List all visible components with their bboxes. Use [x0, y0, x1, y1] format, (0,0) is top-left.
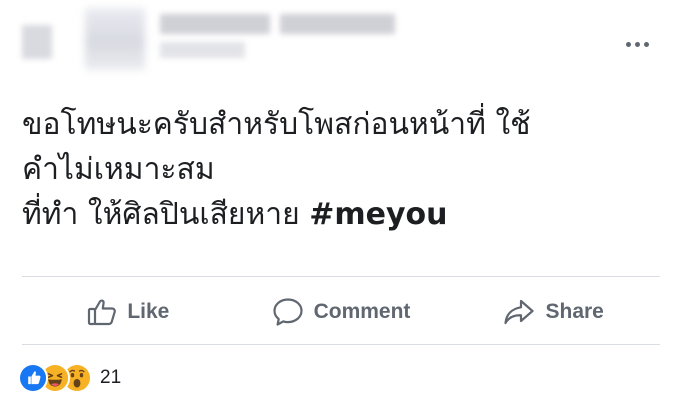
more-options-icon-dot [643, 41, 649, 47]
post-body-line-with-hashtag: ที่ทำ ให้ศิลปินเสียหาย #meyou [22, 192, 662, 237]
blurred-post-meta [160, 42, 245, 58]
facebook-post: ขอโทษนะครับสำหรับโพสก่อนหน้าที่ ใช้ คำไม… [0, 0, 679, 410]
comment-button[interactable]: Comment [235, 284, 448, 340]
post-body: ขอโทษนะครับสำหรับโพสก่อนหน้าที่ ใช้ คำไม… [22, 102, 662, 237]
comment-label: Comment [313, 300, 411, 323]
share-arrow-icon [503, 298, 535, 326]
post-body-line: คำไม่เหมาะสม [22, 152, 215, 187]
post-action-bar: Like Comment Share [22, 284, 660, 340]
more-options-icon-dot [634, 41, 640, 47]
reaction-count: 21 [100, 367, 122, 388]
comment-icon [272, 297, 304, 327]
post-header-redacted [0, 0, 679, 80]
like-label: Like [127, 300, 170, 323]
thumbs-up-icon [87, 298, 117, 326]
blurred-author-name[interactable] [160, 14, 270, 34]
hashtag-link[interactable]: #meyou [309, 197, 447, 232]
divider [22, 276, 660, 277]
blurred-profile-picture[interactable] [85, 8, 145, 70]
like-button[interactable]: Like [22, 284, 235, 340]
post-body-line: ที่ทำ ให้ศิลปินเสียหาย [22, 197, 310, 232]
reactions-summary[interactable]: 21 [18, 363, 122, 393]
blurred-avatar [22, 25, 52, 59]
more-options-icon [625, 41, 631, 47]
like-reaction-icon [18, 363, 48, 393]
more-options-button[interactable] [620, 34, 654, 54]
post-body-line: ขอโทษนะครับสำหรับโพสก่อนหน้าที่ ใช้ [22, 107, 531, 142]
share-button[interactable]: Share [447, 284, 660, 340]
share-label: Share [545, 300, 604, 323]
divider [22, 344, 660, 345]
blurred-author-name-part [280, 14, 395, 34]
